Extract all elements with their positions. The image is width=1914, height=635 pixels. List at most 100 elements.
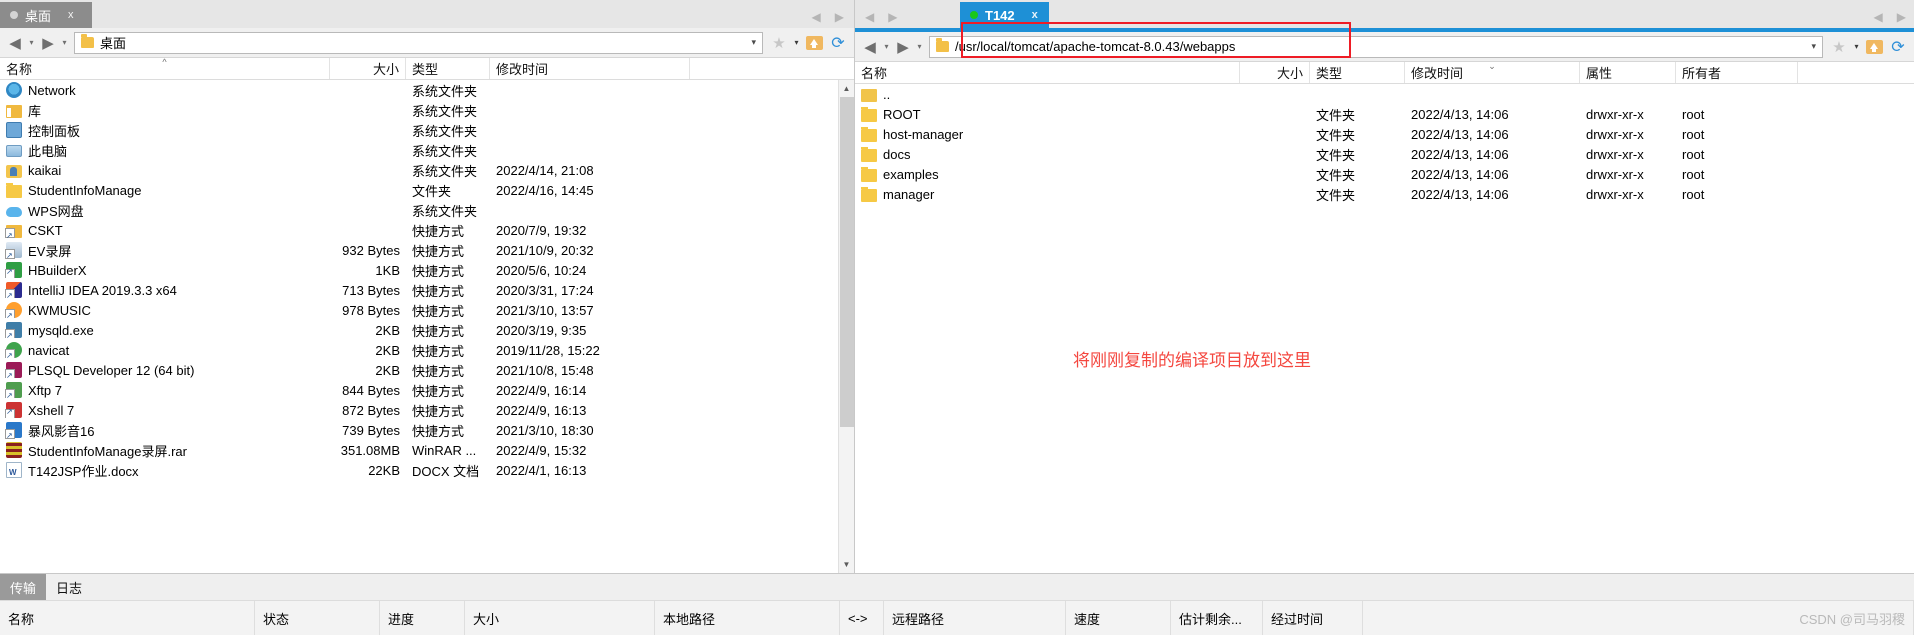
- local-vscrollbar[interactable]: ▲ ▼: [838, 80, 854, 573]
- table-row[interactable]: Xftp 7 844 Bytes 快捷方式 2022/4/9, 16:14: [0, 380, 854, 400]
- tab-scroll-left-icon[interactable]: [1874, 10, 1883, 24]
- home-icon[interactable]: [802, 31, 826, 55]
- refresh-icon[interactable]: ⟳: [1886, 35, 1910, 59]
- table-row[interactable]: ROOT 文件夹 2022/4/13, 14:06 drwxr-xr-x root: [855, 104, 1914, 124]
- file-name-cell[interactable]: CSKT: [0, 223, 330, 238]
- refresh-icon[interactable]: ⟳: [826, 31, 850, 55]
- table-row[interactable]: navicat 2KB 快捷方式 2019/11/28, 15:22: [0, 340, 854, 360]
- bookmark-star-icon[interactable]: ★: [1827, 35, 1851, 59]
- table-row[interactable]: Network 系统文件夹: [0, 80, 854, 100]
- home-icon[interactable]: [1862, 35, 1886, 59]
- file-name-cell[interactable]: StudentInfoManage录屏.rar: [0, 441, 330, 460]
- table-row[interactable]: PLSQL Developer 12 (64 bit) 2KB 快捷方式 2021/1…: [0, 360, 854, 380]
- forward-icon[interactable]: ▶: [37, 31, 59, 55]
- file-name-cell[interactable]: kaikai: [0, 163, 330, 178]
- tab-scroll-right-icon[interactable]: [888, 10, 897, 24]
- table-row[interactable]: T142JSP作业.docx 22KB DOCX 文档 2022/4/1, 16:13: [0, 460, 854, 480]
- transfer-col-direction[interactable]: <->: [840, 601, 884, 635]
- table-row[interactable]: HBuilderX 1KB 快捷方式 2020/5/6, 10:24: [0, 260, 854, 280]
- forward-caret-icon[interactable]: ▾: [59, 31, 70, 55]
- chevron-down-icon[interactable]: ▾: [1811, 41, 1816, 52]
- file-name-cell[interactable]: Xftp 7: [0, 382, 330, 398]
- file-name-cell[interactable]: KWMUSIC: [0, 302, 330, 318]
- file-name-cell[interactable]: mysqld.exe: [0, 322, 330, 338]
- tab-logs[interactable]: 日志: [46, 574, 92, 600]
- file-name-cell[interactable]: T142JSP作业.docx: [0, 461, 330, 480]
- tab-scroll-right-icon[interactable]: [1897, 10, 1906, 24]
- transfer-col-status[interactable]: 状态: [255, 601, 380, 635]
- transfer-col-remotepath[interactable]: 远程路径: [884, 601, 1066, 635]
- column-header-type[interactable]: 类型: [406, 58, 490, 79]
- column-header-size[interactable]: 大小: [330, 58, 406, 79]
- column-header-type[interactable]: 类型: [1310, 62, 1405, 83]
- file-name-cell[interactable]: 控制面板: [0, 121, 330, 140]
- scroll-thumb[interactable]: [839, 97, 854, 427]
- table-row[interactable]: WPS网盘 系统文件夹: [0, 200, 854, 220]
- file-name-cell[interactable]: IntelliJ IDEA 2019.3.3 x64: [0, 282, 330, 298]
- bookmark-star-icon[interactable]: ★: [767, 31, 791, 55]
- column-header-attr[interactable]: 属性: [1580, 62, 1676, 83]
- table-row[interactable]: kaikai 系统文件夹 2022/4/14, 21:08: [0, 160, 854, 180]
- back-caret-icon[interactable]: ▾: [881, 35, 892, 59]
- file-name-cell[interactable]: navicat: [0, 342, 330, 358]
- file-name-cell[interactable]: ROOT: [855, 106, 1240, 122]
- column-header-size[interactable]: 大小: [1240, 62, 1310, 83]
- bookmark-caret-icon[interactable]: ▾: [1851, 42, 1862, 51]
- tab-scroll-left-icon[interactable]: [812, 10, 821, 24]
- remote-path-input[interactable]: /usr/local/tomcat/apache-tomcat-8.0.43/w…: [929, 35, 1823, 58]
- tab-scroll-left-icon[interactable]: [865, 10, 874, 24]
- transfer-col-speed[interactable]: 速度: [1066, 601, 1171, 635]
- remote-file-list[interactable]: .. ROOT 文件夹 2022/4/13, 14:06 drwxr-xr-x root h…: [855, 84, 1914, 573]
- table-row[interactable]: EV录屏 932 Bytes 快捷方式 2021/10/9, 20:32: [0, 240, 854, 260]
- file-name-cell[interactable]: ..: [855, 87, 1240, 102]
- transfer-col-name[interactable]: 名称: [0, 601, 255, 635]
- close-icon[interactable]: x: [1032, 9, 1038, 21]
- table-row[interactable]: KWMUSIC 978 Bytes 快捷方式 2021/3/10, 13:57: [0, 300, 854, 320]
- back-caret-icon[interactable]: ▾: [26, 31, 37, 55]
- forward-caret-icon[interactable]: ▾: [914, 35, 925, 59]
- local-file-list[interactable]: Network 系统文件夹库系统文件夹 控制面板 系统文件夹 此电脑 系统文件夹 kaika…: [0, 80, 854, 573]
- transfer-col-elapsed[interactable]: 经过时间: [1263, 601, 1363, 635]
- table-row[interactable]: StudentInfoManage 文件夹 2022/4/16, 14:45: [0, 180, 854, 200]
- tab-desktop[interactable]: 桌面 x: [0, 2, 92, 28]
- column-header-name[interactable]: 名称: [855, 62, 1240, 83]
- file-name-cell[interactable]: 暴风影音16: [0, 421, 330, 440]
- file-name-cell[interactable]: WPS网盘: [0, 201, 330, 220]
- column-header-mtime[interactable]: ⌄ 修改时间: [1405, 62, 1580, 83]
- transfer-col-size[interactable]: 大小: [465, 601, 655, 635]
- file-name-cell[interactable]: EV录屏: [0, 241, 330, 260]
- file-name-cell[interactable]: host-manager: [855, 126, 1240, 142]
- table-row[interactable]: Xshell 7 872 Bytes 快捷方式 2022/4/9, 16:13: [0, 400, 854, 420]
- tab-t142[interactable]: T142 x: [960, 2, 1049, 28]
- column-header-mtime[interactable]: 修改时间: [490, 58, 690, 79]
- table-row[interactable]: 控制面板 系统文件夹: [0, 120, 854, 140]
- file-name-cell[interactable]: Xshell 7: [0, 402, 330, 418]
- table-row[interactable]: CSKT 快捷方式 2020/7/9, 19:32: [0, 220, 854, 240]
- file-name-cell[interactable]: Network: [0, 82, 330, 98]
- scroll-down-icon[interactable]: ▼: [839, 556, 855, 573]
- file-name-cell[interactable]: examples: [855, 166, 1240, 182]
- column-header-owner[interactable]: 所有者: [1676, 62, 1798, 83]
- tab-scroll-right-icon[interactable]: [835, 10, 844, 24]
- table-row[interactable]: 库 系统文件夹: [0, 100, 854, 120]
- back-icon[interactable]: ◀: [4, 31, 26, 55]
- close-icon[interactable]: x: [68, 9, 74, 21]
- column-header-name[interactable]: ^ 名称: [0, 58, 330, 79]
- tab-transfers[interactable]: 传输: [0, 574, 47, 600]
- transfer-col-progress[interactable]: 进度: [380, 601, 465, 635]
- scroll-up-icon[interactable]: ▲: [839, 80, 855, 97]
- table-row[interactable]: manager 文件夹 2022/4/13, 14:06 drwxr-xr-x root: [855, 184, 1914, 204]
- table-row[interactable]: examples 文件夹 2022/4/13, 14:06 drwxr-xr-x roo…: [855, 164, 1914, 184]
- chevron-down-icon[interactable]: ▾: [751, 37, 756, 48]
- transfer-col-localpath[interactable]: 本地路径: [655, 601, 840, 635]
- file-name-cell[interactable]: docs: [855, 146, 1240, 162]
- table-row[interactable]: 此电脑 系统文件夹: [0, 140, 854, 160]
- transfer-col-eta[interactable]: 估计剩余...: [1171, 601, 1263, 635]
- bookmark-caret-icon[interactable]: ▾: [791, 38, 802, 47]
- table-row[interactable]: mysqld.exe 2KB 快捷方式 2020/3/19, 9:35: [0, 320, 854, 340]
- local-path-input[interactable]: 桌面 ▾: [74, 31, 763, 54]
- table-row[interactable]: host-manager 文件夹 2022/4/13, 14:06 drwxr-xr-…: [855, 124, 1914, 144]
- file-name-cell[interactable]: StudentInfoManage: [0, 182, 330, 198]
- forward-icon[interactable]: ▶: [892, 35, 914, 59]
- table-row[interactable]: IntelliJ IDEA 2019.3.3 x64 713 Bytes 快捷方式 2…: [0, 280, 854, 300]
